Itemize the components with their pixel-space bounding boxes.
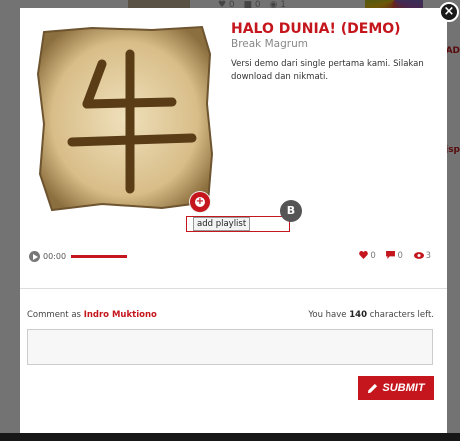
view-stat: 3 [413,251,431,262]
chars-count: 140 [349,310,367,320]
section-divider [20,288,447,289]
track-stats: 0 0 3 [351,251,431,262]
add-playlist-tooltip: add playlist [193,217,251,231]
like-count: 0 [370,251,376,261]
submit-label: SUBMIT [382,382,425,394]
close-button[interactable]: × [439,2,459,22]
comment-label: Comment as [27,310,81,320]
progress-bar[interactable] [71,255,127,258]
track-artist[interactable]: Break Magrum [231,38,308,50]
comment-count: 0 [397,251,403,261]
plus-icon: + [195,196,205,207]
progress-fill [71,255,127,258]
like-stat[interactable]: 0 [359,251,376,262]
annotation-badge: B [280,200,302,222]
characters-left: You have 140 characters left. [308,310,434,320]
comment-icon [386,251,396,259]
comment-as-label: Comment as Indro Muktiono [27,310,157,320]
play-button[interactable] [29,251,40,262]
chars-prefix: You have [308,310,347,320]
add-playlist-button[interactable]: + [190,192,210,212]
track-description: Versi demo dari single pertama kami. Sil… [231,59,424,82]
close-icon: × [443,4,455,19]
heart-icon [359,251,369,259]
current-time: 00:00 [43,252,67,261]
comment-user-link[interactable]: Indro Muktiono [84,310,157,320]
submit-button[interactable]: SUBMIT [358,376,434,400]
pencil-icon [368,383,378,393]
chars-suffix: characters left. [369,310,434,320]
album-cover [36,25,214,212]
track-title: HALO DUNIA! (DEMO) [231,21,401,37]
comment-stat[interactable]: 0 [386,251,403,262]
eye-icon [413,252,424,259]
comment-input[interactable] [27,329,433,365]
view-count: 3 [425,251,431,261]
audio-player: 00:00 0 0 3 [29,251,439,263]
